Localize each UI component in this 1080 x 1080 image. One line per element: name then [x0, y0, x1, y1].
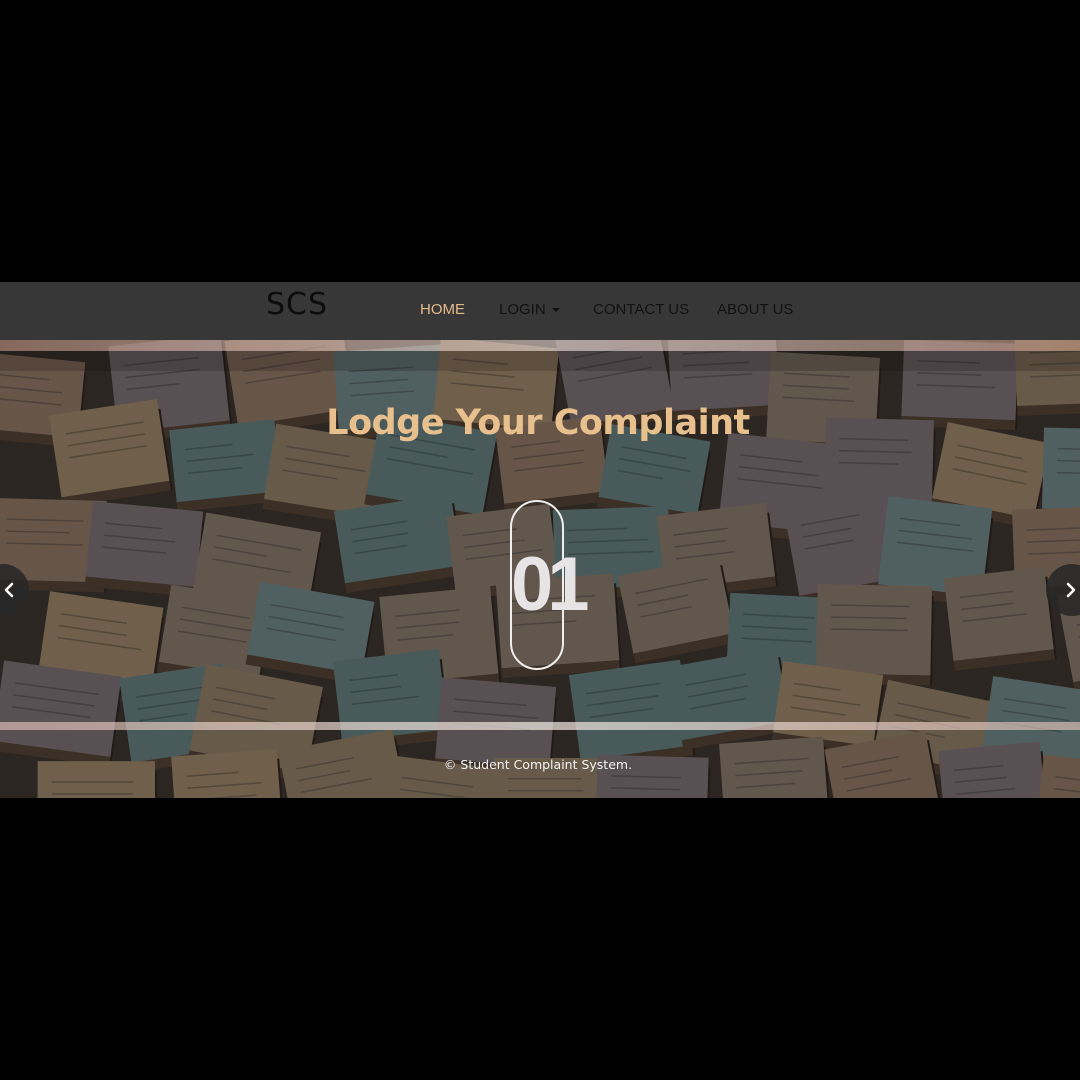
slide-number: 01	[511, 542, 590, 627]
navbar: SCS HOME LOGIN CONTACT US ABOUT US	[0, 282, 1080, 340]
nav-login-dropdown[interactable]: LOGIN	[499, 300, 560, 320]
hero-band-top	[0, 340, 1080, 351]
hero-carousel: Lodge Your Complaint 01 © Student Compla…	[0, 340, 1080, 798]
hero-band-bottom	[0, 722, 1080, 730]
nav-login-label: LOGIN	[499, 301, 546, 318]
nav-contact-link[interactable]: CONTACT US	[593, 300, 689, 320]
nav-home-link[interactable]: HOME	[420, 300, 465, 320]
hero-band-shadow	[0, 351, 1080, 371]
copyright-text: © Student Complaint System.	[443, 757, 633, 772]
page: SCS HOME LOGIN CONTACT US ABOUT US Lodge…	[0, 0, 1080, 1080]
chevron-left-icon	[4, 582, 14, 598]
hero-title: Lodge Your Complaint	[326, 403, 750, 443]
brand-logo[interactable]: SCS	[266, 287, 328, 323]
nav-about-link[interactable]: ABOUT US	[717, 300, 793, 320]
chevron-right-icon	[1066, 582, 1076, 598]
caret-down-icon	[551, 308, 560, 313]
